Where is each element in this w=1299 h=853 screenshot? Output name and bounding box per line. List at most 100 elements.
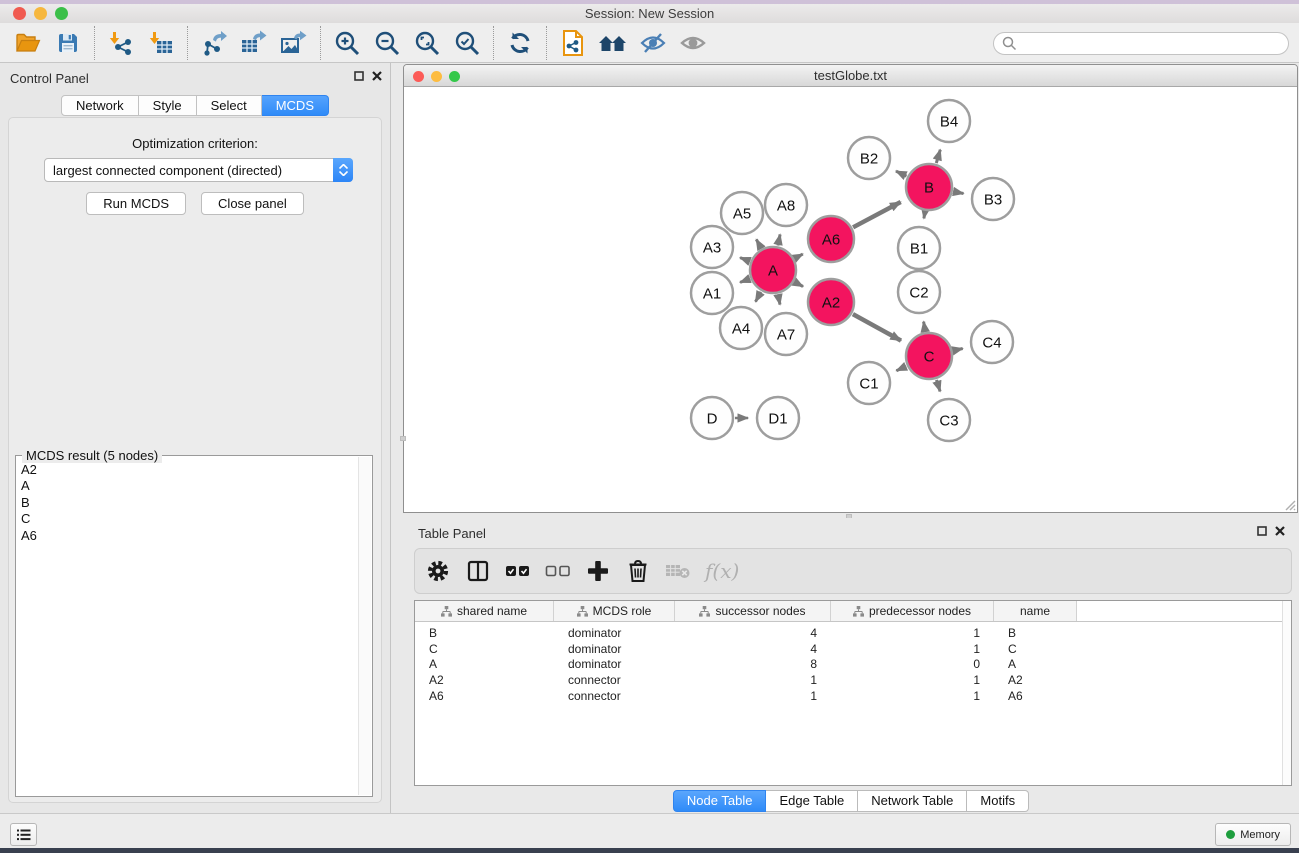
result-item[interactable]: A2: [16, 462, 358, 478]
tab-edge-table[interactable]: Edge Table: [766, 790, 858, 812]
float-table-panel-icon[interactable]: [1257, 526, 1267, 536]
zoom-in-icon[interactable]: [327, 25, 367, 61]
save-session-icon[interactable]: [48, 25, 88, 61]
edge-A-A5: [756, 239, 761, 248]
run-mcds-button[interactable]: Run MCDS: [86, 192, 186, 215]
close-panel-button[interactable]: Close panel: [201, 192, 304, 215]
node-A2[interactable]: A2: [808, 279, 854, 325]
attribute-tree-icon: [853, 606, 864, 617]
node-B3[interactable]: B3: [972, 178, 1014, 220]
splitter-grip[interactable]: [400, 436, 406, 441]
edge-C-C3: [937, 380, 941, 392]
column-header-successor-nodes[interactable]: successor nodes: [675, 601, 831, 621]
task-history-button[interactable]: [10, 823, 37, 846]
hide-panel-icon[interactable]: [633, 25, 673, 61]
column-header-predecessor-nodes[interactable]: predecessor nodes: [831, 601, 994, 621]
tab-node-table[interactable]: Node Table: [673, 790, 767, 812]
node-A4[interactable]: A4: [720, 307, 762, 349]
table-row[interactable]: Cdominator41C: [415, 641, 1291, 657]
network-graph-canvas[interactable]: B4 B2 B B3 A8A5 A6 A3 B1 A A1 C2 A2 A4 A7 C4 C C1 C3 D D1: [405, 88, 1296, 512]
cell-successor-nodes: 1: [675, 689, 831, 703]
svg-text:A4: A4: [732, 320, 750, 337]
delete-table-icon: [665, 558, 691, 584]
minimize-network-window-button[interactable]: [431, 71, 442, 82]
result-item[interactable]: B: [16, 495, 358, 511]
resize-handle-icon[interactable]: [1282, 497, 1296, 511]
refresh-icon[interactable]: [500, 25, 540, 61]
result-item[interactable]: A6: [16, 528, 358, 544]
search-input[interactable]: [993, 32, 1289, 55]
edge-B-B1: [924, 212, 925, 219]
node-B1[interactable]: B1: [898, 227, 940, 269]
column-header-MCDS-role[interactable]: MCDS role: [554, 601, 675, 621]
node-C[interactable]: C: [906, 333, 952, 379]
node-C2[interactable]: C2: [898, 271, 940, 313]
mcds-result-list[interactable]: A2ABCA6: [16, 462, 358, 794]
result-item[interactable]: C: [16, 511, 358, 527]
node-A7[interactable]: A7: [765, 313, 807, 355]
network-from-file-icon[interactable]: [553, 25, 593, 61]
result-item[interactable]: A: [16, 478, 358, 494]
criterion-dropdown[interactable]: largest connected component (directed): [44, 158, 353, 182]
cell-successor-nodes: 4: [675, 626, 831, 640]
maximize-window-button[interactable]: [55, 7, 68, 20]
export-image-icon[interactable]: [274, 25, 314, 61]
network-window-titlebar[interactable]: testGlobe.txt: [404, 65, 1297, 87]
eye-icon[interactable]: [673, 25, 713, 61]
node-A5[interactable]: A5: [721, 192, 763, 234]
column-header-shared-name[interactable]: shared name: [415, 601, 554, 621]
node-A3[interactable]: A3: [691, 226, 733, 268]
tab-mcds[interactable]: MCDS: [262, 95, 329, 116]
node-B[interactable]: B: [906, 164, 952, 210]
minimize-window-button[interactable]: [34, 7, 47, 20]
table-row[interactable]: Adominator80A: [415, 657, 1291, 673]
import-network-icon[interactable]: [101, 25, 141, 61]
export-network-icon[interactable]: [194, 25, 234, 61]
show-columns-icon[interactable]: [465, 558, 491, 584]
import-table-icon[interactable]: [141, 25, 181, 61]
close-window-button[interactable]: [13, 7, 26, 20]
result-scrollbar[interactable]: [358, 457, 371, 795]
tab-style[interactable]: Style: [139, 95, 197, 116]
node-A8[interactable]: A8: [765, 184, 807, 226]
clear-checkboxes-icon[interactable]: [545, 558, 571, 584]
tab-motifs[interactable]: Motifs: [967, 790, 1029, 812]
node-C1[interactable]: C1: [848, 362, 890, 404]
memory-button[interactable]: Memory: [1215, 823, 1291, 846]
node-A1[interactable]: A1: [691, 272, 733, 314]
table-panel-title: Table Panel: [418, 526, 486, 541]
tab-network-table[interactable]: Network Table: [858, 790, 967, 812]
table-row[interactable]: A2connector11A2: [415, 672, 1291, 688]
close-panel-icon[interactable]: [372, 71, 382, 81]
float-panel-icon[interactable]: [354, 71, 364, 81]
svg-text:C: C: [924, 348, 935, 365]
open-session-icon[interactable]: [8, 25, 48, 61]
zoom-fit-icon[interactable]: [407, 25, 447, 61]
table-row[interactable]: A6connector11A6: [415, 688, 1291, 704]
select-all-checkboxes-icon[interactable]: [505, 558, 531, 584]
table-scrollbar[interactable]: [1282, 601, 1291, 785]
maximize-network-window-button[interactable]: [449, 71, 460, 82]
close-network-window-button[interactable]: [413, 71, 424, 82]
node-C4[interactable]: C4: [971, 321, 1013, 363]
home-icon[interactable]: [593, 25, 633, 61]
node-B4[interactable]: B4: [928, 100, 970, 142]
table-row[interactable]: Bdominator41B: [415, 625, 1291, 641]
node-A6[interactable]: A6: [808, 216, 854, 262]
node-B2[interactable]: B2: [848, 137, 890, 179]
tab-select[interactable]: Select: [197, 95, 262, 116]
node-C3[interactable]: C3: [928, 399, 970, 441]
export-table-icon[interactable]: [234, 25, 274, 61]
node-D[interactable]: D: [691, 397, 733, 439]
toolbar-separator: [493, 26, 494, 60]
add-column-icon[interactable]: [585, 558, 611, 584]
node-A[interactable]: A: [750, 247, 796, 293]
close-table-panel-icon[interactable]: [1275, 526, 1285, 536]
tab-network[interactable]: Network: [61, 95, 139, 116]
settings-gear-icon[interactable]: [425, 558, 451, 584]
delete-icon[interactable]: [625, 558, 651, 584]
node-D1[interactable]: D1: [757, 397, 799, 439]
column-header-name[interactable]: name: [994, 601, 1077, 621]
zoom-selected-icon[interactable]: [447, 25, 487, 61]
zoom-out-icon[interactable]: [367, 25, 407, 61]
